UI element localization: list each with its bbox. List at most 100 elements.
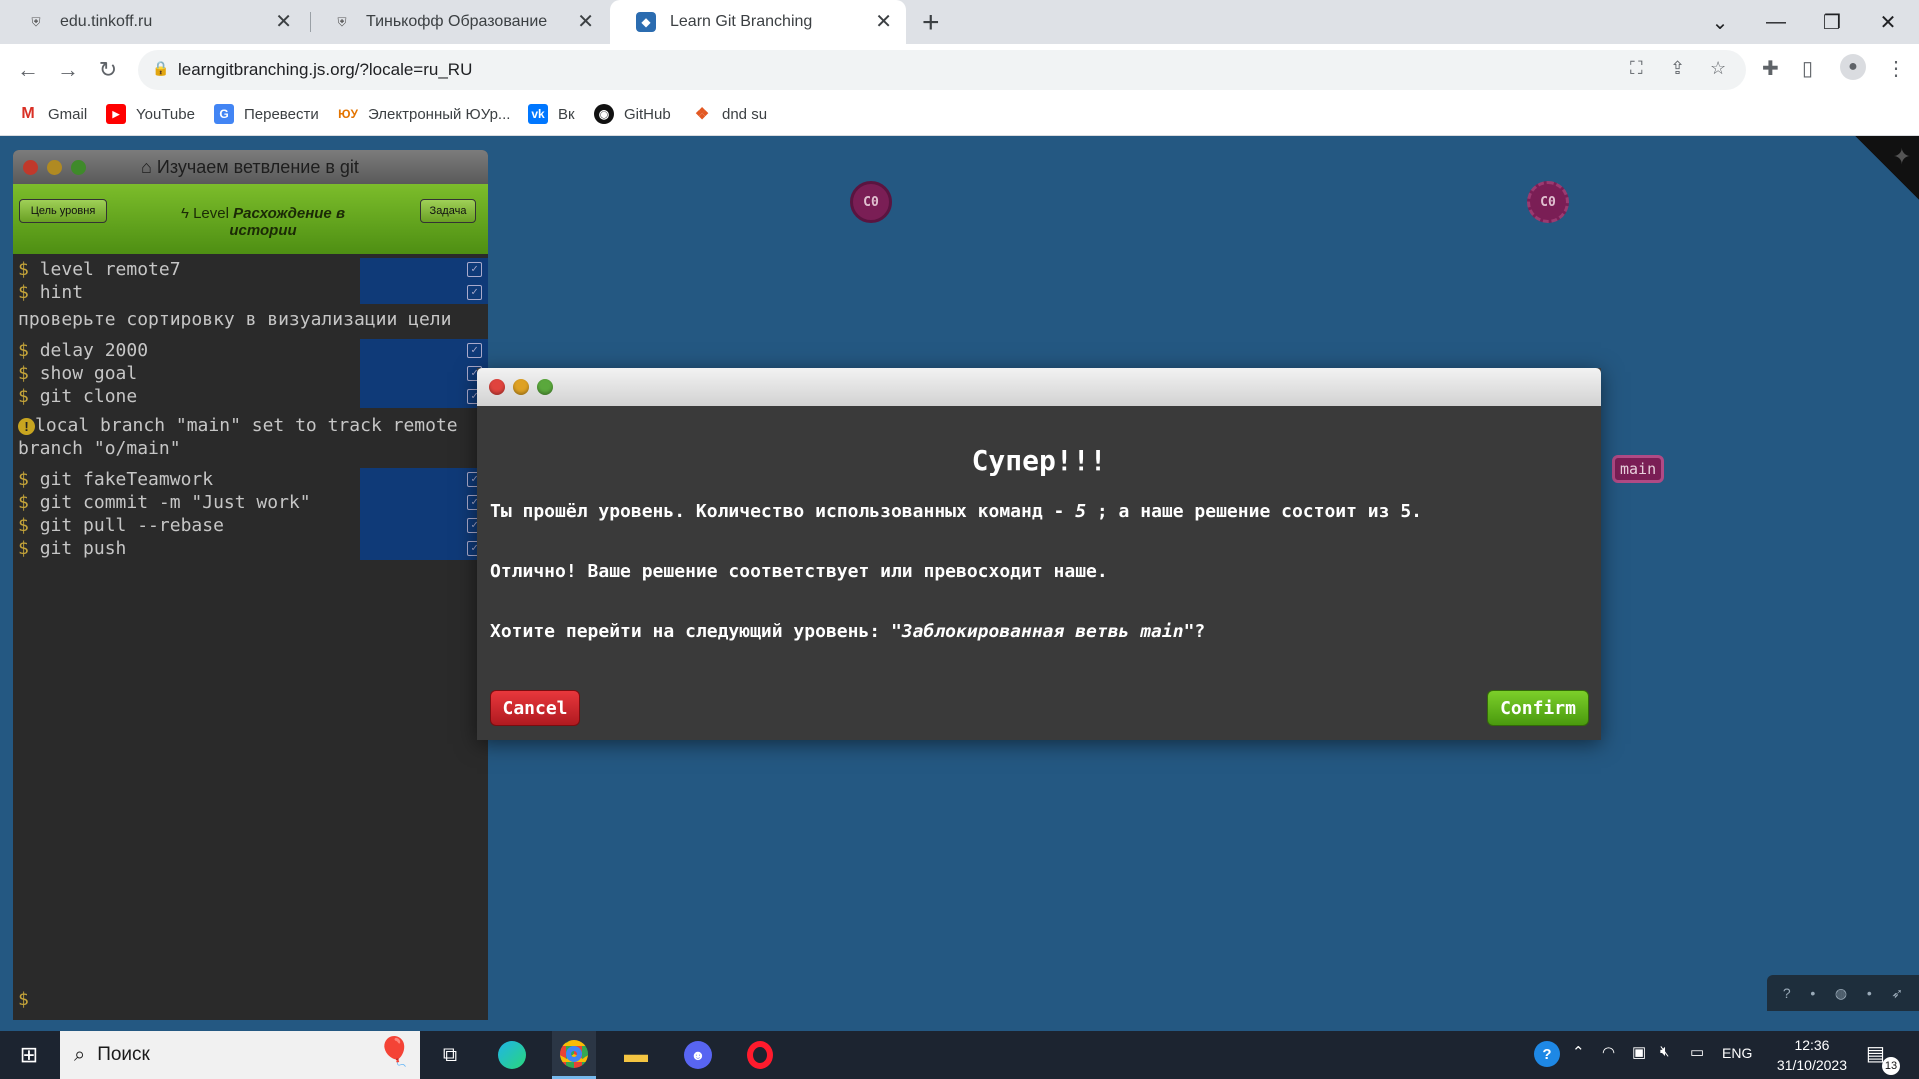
close-icon[interactable]: ✕	[275, 12, 292, 32]
lock-icon[interactable]: 🔒	[152, 60, 169, 77]
close-dot-icon[interactable]	[23, 160, 38, 175]
command-terminal: ⌂ Изучаем ветвление в git Цель уровня ϟ …	[13, 150, 488, 1020]
bookmark-github[interactable]: ◉ GitHub	[594, 104, 671, 124]
restore-button[interactable]: ❐	[1804, 0, 1860, 44]
address-bar[interactable]: 🔒 learngitbranching.js.org/?locale=ru_RU…	[138, 50, 1746, 90]
minimize-button[interactable]: —	[1748, 0, 1804, 44]
opera-icon[interactable]	[738, 1031, 782, 1079]
task-view-icon[interactable]: ⧉	[428, 1031, 472, 1079]
command-block: $ git fakeTeamwork ✓ $ git commit -m "Jus…	[13, 468, 488, 560]
twitter-bird-icon[interactable]: ➶	[1891, 985, 1903, 1002]
close-icon[interactable]: ✕	[577, 12, 594, 32]
bookmark-star-icon[interactable]: ☆	[1710, 58, 1726, 79]
close-icon[interactable]: ✕	[875, 12, 892, 32]
tab-title: edu.tinkoff.ru	[60, 13, 153, 30]
side-panel-icon[interactable]: ▯	[1802, 56, 1813, 81]
share-icon[interactable]: ⇪	[1670, 58, 1685, 79]
dialog-next-level-text: Хотите перейти на следующий уровень: "За…	[490, 622, 1588, 682]
search-label: Поиск	[97, 1044, 150, 1065]
url-text[interactable]: learngitbranching.js.org/?locale=ru_RU	[178, 60, 472, 80]
tab-edu-tinkoff[interactable]: ⛨ edu.tinkoff.ru ✕	[0, 0, 306, 44]
menu-kebab-icon[interactable]: ⋮	[1886, 56, 1906, 81]
speaker-muted-icon[interactable]: 🔇︎	[1660, 1043, 1669, 1060]
command-line: $ hint ✓	[13, 281, 488, 304]
warning-icon: !	[18, 418, 35, 435]
maximize-dot-icon[interactable]	[537, 379, 553, 395]
taskbar-search-box[interactable]: ⌕ Поиск 🎈	[60, 1031, 420, 1079]
command-input-prompt[interactable]: $	[18, 989, 29, 1010]
extensions-puzzle-icon[interactable]: ✚	[1762, 56, 1779, 81]
command-text: delay 2000	[39, 340, 149, 361]
cancel-button[interactable]: Cancel	[490, 690, 580, 726]
help-question-icon[interactable]: ?	[1783, 985, 1791, 1001]
terminal-title-text: Изучаем ветвление в git	[156, 157, 359, 177]
window-close-button[interactable]: ✕	[1860, 0, 1916, 44]
profile-avatar-icon[interactable]: ●	[1840, 54, 1866, 80]
clock-date: 31/10/2023	[1776, 1057, 1847, 1073]
commit-node-goal[interactable]: C0	[1527, 181, 1569, 223]
github-corner-ribbon[interactable]: ✦	[1855, 136, 1919, 200]
bookmark-gmail[interactable]: M Gmail	[18, 104, 87, 124]
github-octocat-icon: ✦	[1892, 144, 1911, 169]
terminal-titlebar: ⌂ Изучаем ветвление в git	[13, 150, 488, 184]
chrome-icon[interactable]	[552, 1031, 596, 1079]
gmail-icon: M	[21, 105, 35, 122]
tab-search-chevron-icon[interactable]: ⌄	[1692, 0, 1748, 44]
separator-dot: •	[1866, 985, 1872, 1001]
commit-node[interactable]: C0	[850, 181, 892, 223]
edge-icon[interactable]	[490, 1031, 534, 1079]
minimize-dot-icon[interactable]	[513, 379, 529, 395]
command-text: git push	[39, 538, 127, 559]
command-line: $ delay 2000 ✓	[13, 339, 488, 362]
tab-learn-git-branching[interactable]: ◆ Learn Git Branching ✕	[610, 0, 906, 44]
camera-icon[interactable]: ▣	[1632, 1043, 1646, 1061]
bookmark-vk[interactable]: vk Вк	[528, 104, 575, 124]
dialog-heading: Супер!!!	[971, 444, 1107, 477]
level-name: ϟ Level Расхождение в истории	[163, 205, 363, 239]
help-tray-icon[interactable]: ?	[1534, 1041, 1560, 1067]
wifi-icon[interactable]: ◠	[1602, 1043, 1615, 1061]
bookmark-translate[interactable]: G Перевести	[214, 104, 319, 124]
level-goal-button[interactable]: Цель уровня	[19, 199, 107, 223]
forward-arrow-icon[interactable]: →	[52, 54, 84, 86]
command-text: git fakeTeamwork	[39, 469, 214, 490]
checkbox-icon: ✓	[467, 343, 482, 358]
help-toolbar: ? • ◍ • ➶	[1767, 975, 1919, 1011]
tab-tinkoff-education[interactable]: ⛨ Тинькофф Образование ✕	[306, 0, 608, 44]
bookmark-youtube[interactable]: ▶ YouTube	[106, 104, 195, 124]
back-arrow-icon[interactable]: ←	[12, 54, 44, 86]
bookmark-susu[interactable]: ЮУ Электронный ЮУр...	[338, 104, 510, 124]
maximize-dot-icon[interactable]	[71, 160, 86, 175]
search-highlight-balloons-icon: 🎈	[377, 1036, 412, 1067]
prompt-symbol: $	[18, 538, 29, 559]
language-indicator[interactable]: ENG	[1722, 1045, 1752, 1061]
file-explorer-icon[interactable]: ▬	[614, 1031, 658, 1079]
reload-icon[interactable]: ↻	[92, 54, 124, 86]
battery-icon[interactable]: ▭	[1690, 1043, 1704, 1061]
bookmark-dnd-su[interactable]: ❖ dnd su	[692, 104, 767, 124]
translate-icon[interactable]: ⛶	[1630, 58, 1643, 79]
bookmark-label: YouTube	[136, 105, 195, 123]
globe-icon[interactable]: ◍	[1835, 985, 1847, 1002]
command-output: проверьте сортировку в визуализации цели	[18, 309, 452, 330]
close-dot-icon[interactable]	[489, 379, 505, 395]
command-line: $ level remote7 ✓	[13, 258, 488, 281]
taskbar-clock[interactable]: 12:36 31/10/2023	[1777, 1035, 1847, 1075]
prompt-symbol: $	[18, 259, 29, 280]
prompt-symbol: $	[18, 282, 29, 303]
command-line: $ show goal ✓	[13, 362, 488, 385]
windows-start-icon[interactable]: ⊞	[0, 1031, 58, 1079]
command-line: $ git pull --rebase ✓	[13, 514, 488, 537]
chevron-up-icon[interactable]: ⌃	[1572, 1043, 1585, 1061]
confirm-button[interactable]: Confirm	[1487, 690, 1589, 726]
level-task-button[interactable]: Задача	[420, 199, 476, 223]
prompt-symbol: $	[18, 492, 29, 513]
branch-label-main[interactable]: main	[1612, 455, 1665, 483]
checkbox-icon: ✓	[467, 262, 482, 277]
tinkoff-favicon-icon: ⛨	[332, 12, 352, 32]
dialog-result-text: Ты прошёл уровень. Количество использова…	[490, 502, 1588, 562]
minimize-dot-icon[interactable]	[47, 160, 62, 175]
new-tab-button[interactable]: +	[922, 6, 940, 40]
discord-icon[interactable]: ☻	[676, 1031, 720, 1079]
bookmark-label: Gmail	[48, 105, 88, 123]
